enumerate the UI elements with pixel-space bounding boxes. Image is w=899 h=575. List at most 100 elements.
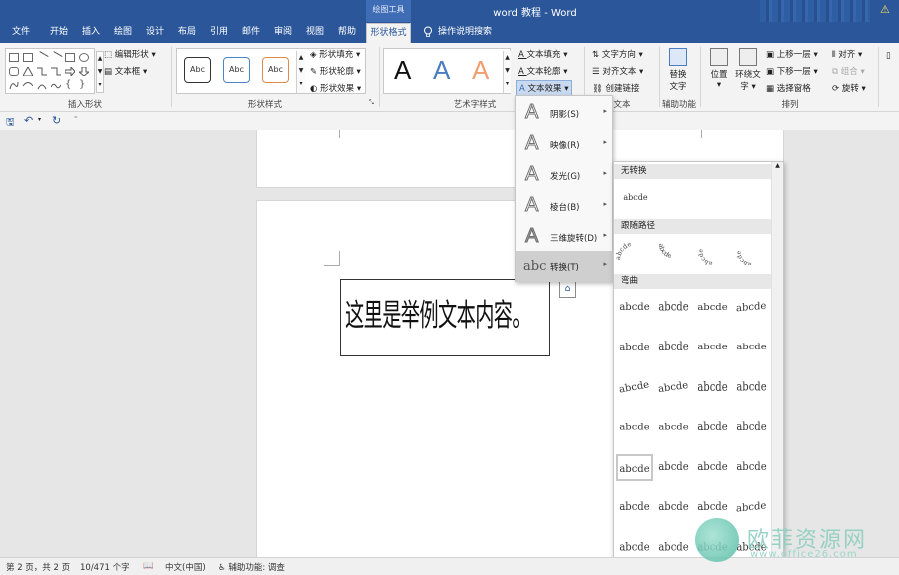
shape-effects-button[interactable]: ◐ 形状效果 ▾: [310, 82, 361, 94]
create-link-button[interactable]: ⛓ 创建链接: [592, 82, 640, 94]
tab-home[interactable]: 开始: [44, 22, 74, 43]
tab-draw[interactable]: 绘图: [108, 22, 138, 43]
shape-outline-button[interactable]: ✎ 形状轮廓 ▾: [310, 65, 361, 77]
warp-option[interactable]: abcde: [733, 494, 770, 521]
textbox-shape-icon[interactable]: [23, 53, 33, 62]
arc-shape-icon[interactable]: [37, 81, 47, 90]
triangle-shape-icon[interactable]: [22, 65, 34, 77]
warp-option[interactable]: abcde: [733, 334, 770, 361]
redo-icon[interactable]: ↻: [52, 114, 61, 127]
align-button[interactable]: ⫴ 对齐 ▾: [832, 48, 862, 60]
shape-style-preset[interactable]: Abc: [262, 57, 289, 83]
text-direction-button[interactable]: ⇅ 文字方向 ▾: [592, 48, 643, 60]
warp-option[interactable]: abcde: [694, 334, 731, 361]
rotate-button[interactable]: ⟳ 旋转 ▾: [832, 82, 866, 94]
warp-option[interactable]: abcde: [694, 414, 731, 441]
warp-option[interactable]: abcde: [694, 294, 731, 321]
text-box-content[interactable]: 这里是举例文本内容。: [345, 290, 532, 335]
follow-path-arch-down[interactable]: abcde: [655, 238, 692, 265]
menu-item-shadow[interactable]: A 阴影(S) ▸: [516, 98, 614, 129]
text-outline-button[interactable]: A 文本轮廓 ▾: [518, 65, 568, 77]
wordart-gallery[interactable]: A A A ▲ ▼ ▾: [383, 48, 511, 94]
warp-option[interactable]: abcde: [655, 454, 692, 481]
accessibility-status[interactable]: ♿ 辅助功能: 调查: [218, 561, 285, 573]
undo-icon[interactable]: ↶: [24, 114, 33, 127]
oval-shape-icon[interactable]: [79, 53, 89, 62]
menu-item-3d-rotation[interactable]: A 三维旋转(D) ▸: [516, 222, 614, 253]
wordart-gallery-scroll[interactable]: ▲ ▼ ▾: [503, 51, 511, 93]
tab-insert[interactable]: 插入: [76, 22, 106, 43]
tell-me-search[interactable]: 操作说明搜索: [438, 22, 498, 43]
tab-help[interactable]: 帮助: [332, 22, 362, 43]
rounded-rect-shape-icon[interactable]: [9, 67, 19, 76]
tab-mailings[interactable]: 邮件: [236, 22, 266, 43]
tab-view[interactable]: 视图: [300, 22, 330, 43]
no-transform-option[interactable]: abcde: [617, 184, 654, 211]
warp-option[interactable]: abcde: [733, 454, 770, 481]
curved-connector-shape-icon[interactable]: [51, 67, 61, 76]
tab-design[interactable]: 设计: [140, 22, 170, 43]
layout-options-icon[interactable]: ⌂: [559, 281, 576, 298]
warp-option[interactable]: abcde: [616, 294, 653, 321]
warp-option[interactable]: abcde: [616, 374, 653, 401]
shape-gallery-scroll[interactable]: ▲ ▼ ▾: [96, 51, 104, 93]
warp-option[interactable]: abcde: [616, 334, 653, 361]
warp-option[interactable]: abcde: [616, 494, 653, 521]
selected-text-box[interactable]: 这里是举例文本内容。: [340, 279, 550, 356]
follow-path-button[interactable]: abcde: [733, 238, 770, 268]
submenu-scrollbar[interactable]: ▲ ▼: [771, 162, 783, 572]
language-indicator[interactable]: 中文(中国): [165, 561, 206, 573]
warp-option[interactable]: abcde: [694, 454, 731, 481]
warp-option[interactable]: abcde: [616, 414, 653, 441]
freeform-shape-icon[interactable]: [9, 81, 19, 90]
warp-option[interactable]: abcde: [655, 494, 692, 521]
tab-shape-format[interactable]: 形状格式: [366, 23, 411, 43]
warp-option[interactable]: abcde: [694, 374, 731, 401]
shape-gallery[interactable]: { }: [5, 48, 95, 94]
menu-item-bevel[interactable]: A 棱台(B) ▸: [516, 191, 614, 222]
page-indicator[interactable]: 第 2 页，共 2 页: [6, 561, 70, 573]
bring-forward-button[interactable]: ▣ 上移一层 ▾: [766, 48, 818, 60]
dialog-launcher-icon[interactable]: ⤡: [369, 99, 374, 107]
menu-item-reflection[interactable]: A 映像(R) ▸: [516, 129, 614, 160]
customize-qat-icon[interactable]: ⁼: [74, 115, 78, 123]
shape-style-preset[interactable]: Abc: [184, 57, 211, 83]
warp-option[interactable]: abcde: [733, 414, 770, 441]
text-effects-button[interactable]: A 文本效果 ▾: [516, 80, 572, 96]
scroll-up-icon[interactable]: ▲: [772, 162, 783, 169]
word-count[interactable]: 10/471 个字: [80, 561, 130, 573]
arrow-line-shape-icon[interactable]: [49, 51, 63, 64]
tab-review[interactable]: 审阅: [268, 22, 298, 43]
warp-option[interactable]: abcde: [655, 294, 692, 321]
alt-text-button[interactable]: 替换 文字: [666, 48, 690, 92]
warp-option[interactable]: abcde: [655, 414, 692, 441]
wave-shape-icon[interactable]: [50, 81, 62, 90]
menu-item-transform[interactable]: abc 转换(T) ▸: [516, 251, 614, 282]
right-arrow-shape-icon[interactable]: [64, 65, 76, 78]
warp-option[interactable]: abcde: [655, 374, 692, 401]
selection-pane-button[interactable]: ▦ 选择窗格: [766, 82, 811, 94]
wordart-preset[interactable]: A: [433, 55, 450, 86]
edit-shape-button[interactable]: ⬚ 编辑形状 ▾: [104, 48, 156, 60]
menu-item-glow[interactable]: A 发光(G) ▸: [516, 160, 614, 191]
text-fill-button[interactable]: A 文本填充 ▾: [518, 48, 568, 60]
elbow-connector-shape-icon[interactable]: [37, 67, 47, 76]
warp-option[interactable]: abcde: [655, 334, 692, 361]
undo-dropdown-icon[interactable]: ▾: [38, 116, 41, 123]
right-brace-shape-icon[interactable]: }: [79, 80, 89, 90]
send-backward-button[interactable]: ▣ 下移一层 ▾: [766, 65, 818, 77]
warp-option[interactable]: abcde: [616, 454, 653, 481]
wordart-preset[interactable]: A: [472, 55, 489, 86]
scribble-shape-icon[interactable]: [22, 81, 34, 90]
rectangle-shape-icon[interactable]: [65, 53, 75, 62]
align-text-button[interactable]: ☰ 对齐文本 ▾: [592, 65, 643, 77]
tab-file[interactable]: 文件: [4, 22, 38, 43]
group-button[interactable]: ⧉ 组合 ▾: [832, 65, 865, 77]
down-arrow-shape-icon[interactable]: [77, 66, 91, 77]
warp-option[interactable]: abcde: [733, 374, 770, 401]
shape-fill-button[interactable]: ◈ 形状填充 ▾: [310, 48, 360, 60]
wordart-preset[interactable]: A: [394, 55, 411, 86]
follow-path-arch-up[interactable]: abcde: [614, 238, 653, 265]
text-box-button[interactable]: ▤ 文本框 ▾: [104, 65, 147, 77]
proofing-icon[interactable]: 📖: [143, 561, 154, 571]
